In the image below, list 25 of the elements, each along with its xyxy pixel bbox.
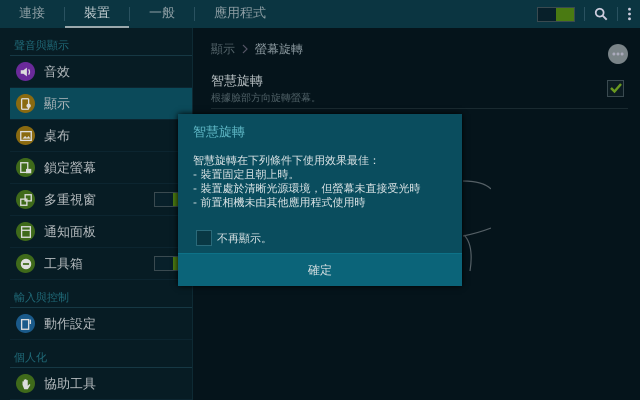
checkbox[interactable] (196, 230, 212, 246)
sidebar-item[interactable]: 協助工具 (10, 368, 192, 400)
checkbox-label: 不再顯示。 (217, 230, 272, 246)
tab[interactable]: 應用程式 (195, 0, 285, 28)
tab[interactable]: 連接 (0, 0, 64, 28)
dialog-text: 智慧旋轉在下列條件下使用效果最佳： (193, 154, 381, 168)
chevron-icon (242, 44, 248, 54)
section-header: 聲音與顯示 (10, 28, 192, 56)
tab[interactable]: 一般 (130, 0, 194, 28)
dialog-text: - 裝置固定且朝上時。 (193, 168, 300, 182)
setting-title: 智慧旋轉 (211, 72, 264, 90)
dialog-text: - 前置相機未由其他應用程式使用時 (193, 196, 366, 210)
dialog-text: - 裝置處於清晰光源環境，但螢幕未直接受光時 (193, 182, 422, 196)
search-icon[interactable] (594, 7, 608, 21)
toggle-switch[interactable] (537, 6, 575, 22)
menu-icon[interactable] (627, 7, 632, 21)
sidebar-item[interactable]: 顯示 (10, 88, 192, 120)
setting-description: 根據臉部方向旋轉螢幕。 (211, 92, 322, 104)
breadcrumb-item[interactable]: 螢幕旋轉 (255, 40, 303, 58)
section-header: 個人化 (10, 340, 192, 368)
confirm-button[interactable]: 確定 (178, 253, 462, 286)
dialog-title: 智慧旋轉 (192, 124, 246, 141)
more-icon[interactable] (608, 44, 628, 64)
sidebar-item[interactable]: 動作設定 (10, 308, 192, 340)
checkbox[interactable] (607, 80, 624, 96)
